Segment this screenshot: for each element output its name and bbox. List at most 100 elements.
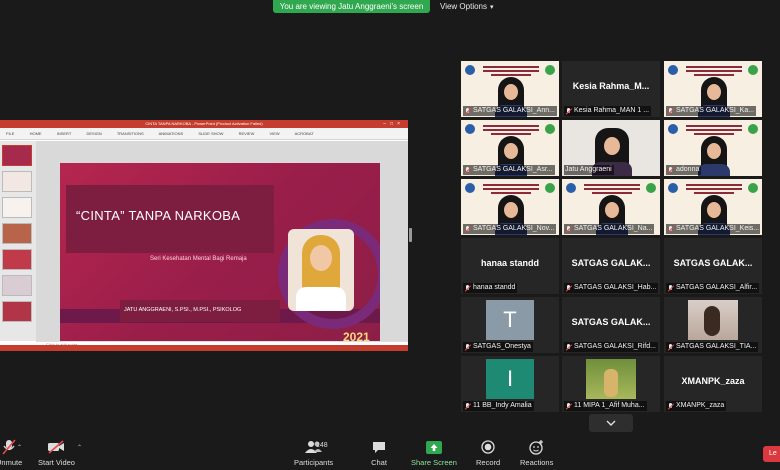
participant-name: Kesia Rahma_MAN 1 ... [574, 107, 650, 114]
audio-options-caret[interactable]: ⌃ [17, 444, 22, 451]
participant-name-label: SATGAS GALAKSI_Alfir... [666, 283, 760, 293]
participant-name: SATGAS GALAKSI_Nov... [473, 225, 555, 232]
speaker-photo [288, 229, 354, 311]
chevron-down-icon: ▾ [490, 4, 494, 11]
participant-tile[interactable]: SATGAS GALAKSI_Ann... [461, 61, 559, 117]
participant-tile[interactable]: SATGAS GALAK... SATGAS GALAKSI_Hab... [562, 238, 660, 294]
microphone-muted-icon [565, 107, 572, 115]
participant-tile[interactable]: SATGAS GALAK... SATGAS GALAKSI_Rifd... [562, 297, 660, 353]
ribbon-tab: ANIMATIONS [158, 131, 184, 136]
view-options-button[interactable]: View Options ▾ [440, 0, 494, 13]
microphone-muted-icon [565, 402, 572, 410]
participant-name: XMANPK_zaza [676, 402, 725, 409]
participant-tile[interactable]: SATGAS GALAKSI_Nov... [461, 179, 559, 235]
participant-tile[interactable]: SATGAS GALAKSI_Na... [562, 179, 660, 235]
shared-screen[interactable]: CINTA TANPA NARKOBA - PowerPoint (Produc… [0, 120, 408, 351]
slide-subtitle: Seri Kesehatan Mental Bagi Remaja [150, 256, 247, 262]
participant-tile[interactable]: adonna [664, 120, 762, 176]
chevron-down-icon [606, 420, 616, 426]
participant-avatar: I [486, 359, 534, 399]
participant-name: SATGAS GALAKSI_Ann... [473, 107, 555, 114]
slide-thumbnail [2, 197, 32, 218]
title-slide: “CINTA” TANPA NARKOBA Seri Kesehatan Men… [60, 163, 380, 349]
participant-tile[interactable]: SATGAS GALAKSI_TIA... [664, 297, 762, 353]
participant-tile[interactable]: XMANPK_zaza XMANPK_zaza [664, 356, 762, 412]
ribbon-tab: VIEW [269, 131, 280, 136]
ribbon-tab: ACROBAT [294, 131, 314, 136]
microphone-muted-icon [667, 166, 674, 174]
microphone-muted-icon [464, 166, 471, 174]
slide-thumbnail [2, 223, 32, 244]
participant-tile[interactable]: SATGAS GALAKSI_Ka... [664, 61, 762, 117]
microphone-muted-icon [667, 343, 674, 351]
participants-count: 148 [316, 442, 328, 449]
participant-name: SATGAS GALAKSI_TIA... [676, 343, 757, 350]
participant-tile[interactable]: SATGAS GALAKSI_Keis... [664, 179, 762, 235]
slide-title: “CINTA” TANPA NARKOBA [76, 208, 241, 223]
participant-name-label: 11 MIPA 1_Afif Muha... [564, 401, 647, 411]
share-screen-icon [425, 439, 443, 455]
participant-photo [586, 359, 636, 399]
reactions-icon [528, 439, 546, 455]
participant-display-name: Kesia Rahma_M... [572, 81, 650, 91]
slide-thumbnail [2, 275, 32, 296]
slide-thumbnail [2, 301, 32, 322]
participant-tile[interactable]: T SATGAS_Onestya [461, 297, 559, 353]
chat-label: Chat [371, 458, 387, 467]
participant-name-label: SATGAS_Onestya [463, 342, 533, 352]
participant-display-name: hanaa standd [480, 258, 539, 268]
microphone-muted-icon [0, 439, 18, 455]
ribbon-tab: INSERT [56, 131, 72, 136]
participant-tile[interactable]: I 11 BB_Indy Amalia [461, 356, 559, 412]
ribbon-tab: DESIGN [86, 131, 102, 136]
participant-name: SATGAS GALAKSI_Keis... [676, 225, 760, 232]
reactions-button[interactable]: Reactions [520, 439, 553, 467]
participant-tile[interactable]: Kesia Rahma_M... Kesia Rahma_MAN 1 ... [562, 61, 660, 117]
microphone-muted-icon [667, 402, 674, 410]
gallery-scroll-down-button[interactable] [589, 414, 633, 432]
meeting-toolbar: Unmute ⌃ Start Video ⌃ 148 Participants … [0, 436, 780, 470]
chat-button[interactable]: Chat [370, 439, 388, 467]
participant-name: SATGAS GALAKSI_Alfir... [676, 284, 758, 291]
participants-button[interactable]: 148 Participants [294, 439, 333, 467]
participant-name-label: SATGAS GALAKSI_Na... [564, 224, 655, 234]
zoom-window: You are viewing Jatu Anggraeni's screen … [0, 0, 780, 470]
participant-name-label: SATGAS GALAKSI_Rifd... [564, 342, 658, 352]
participant-name: 11 BB_Indy Amalia [473, 402, 532, 409]
ribbon-tab: TRANSITIONS [116, 131, 144, 136]
share-screen-label: Share Screen [411, 458, 457, 467]
microphone-muted-icon [667, 107, 674, 115]
participant-name: SATGAS GALAKSI_Asr... [473, 166, 553, 173]
participant-tile[interactable]: hanaa standd hanaa standd [461, 238, 559, 294]
participant-avatar: T [486, 300, 534, 340]
participant-tile[interactable]: Jatu Anggraeni [562, 120, 660, 176]
record-button[interactable]: Record [476, 439, 500, 467]
start-video-button[interactable]: Start Video [38, 439, 75, 467]
microphone-muted-icon [667, 284, 674, 292]
participant-name-label: hanaa standd [463, 283, 518, 293]
participant-name: SATGAS GALAKSI_Na... [574, 225, 653, 232]
slide-thumbnail [2, 145, 32, 166]
participant-tile[interactable]: 11 MIPA 1_Afif Muha... [562, 356, 660, 412]
participant-name-label: SATGAS GALAKSI_Asr... [463, 165, 555, 175]
participant-name-label: adonna [666, 165, 702, 175]
slide-thumbnail [2, 249, 32, 270]
share-screen-button[interactable]: Share Screen [411, 439, 457, 467]
microphone-muted-icon [565, 343, 572, 351]
chat-icon [370, 439, 388, 455]
microphone-muted-icon [464, 107, 471, 115]
participant-tile[interactable]: SATGAS GALAKSI_Asr... [461, 120, 559, 176]
ribbon-tab: HOME [29, 131, 42, 136]
microphone-muted-icon [464, 343, 471, 351]
microphone-muted-icon [565, 284, 572, 292]
slide-thumbnail [2, 171, 32, 192]
video-options-caret[interactable]: ⌃ [77, 444, 82, 451]
participant-tile[interactable]: SATGAS GALAK... SATGAS GALAKSI_Alfir... [664, 238, 762, 294]
microphone-muted-icon [464, 284, 471, 292]
ribbon-tab: REVIEW [238, 131, 255, 136]
leave-button[interactable]: Le [763, 446, 780, 462]
record-icon [479, 439, 497, 455]
participant-name: SATGAS_Onestya [473, 343, 531, 350]
ppt-status-bar [0, 345, 408, 351]
split-handle[interactable] [409, 228, 412, 242]
